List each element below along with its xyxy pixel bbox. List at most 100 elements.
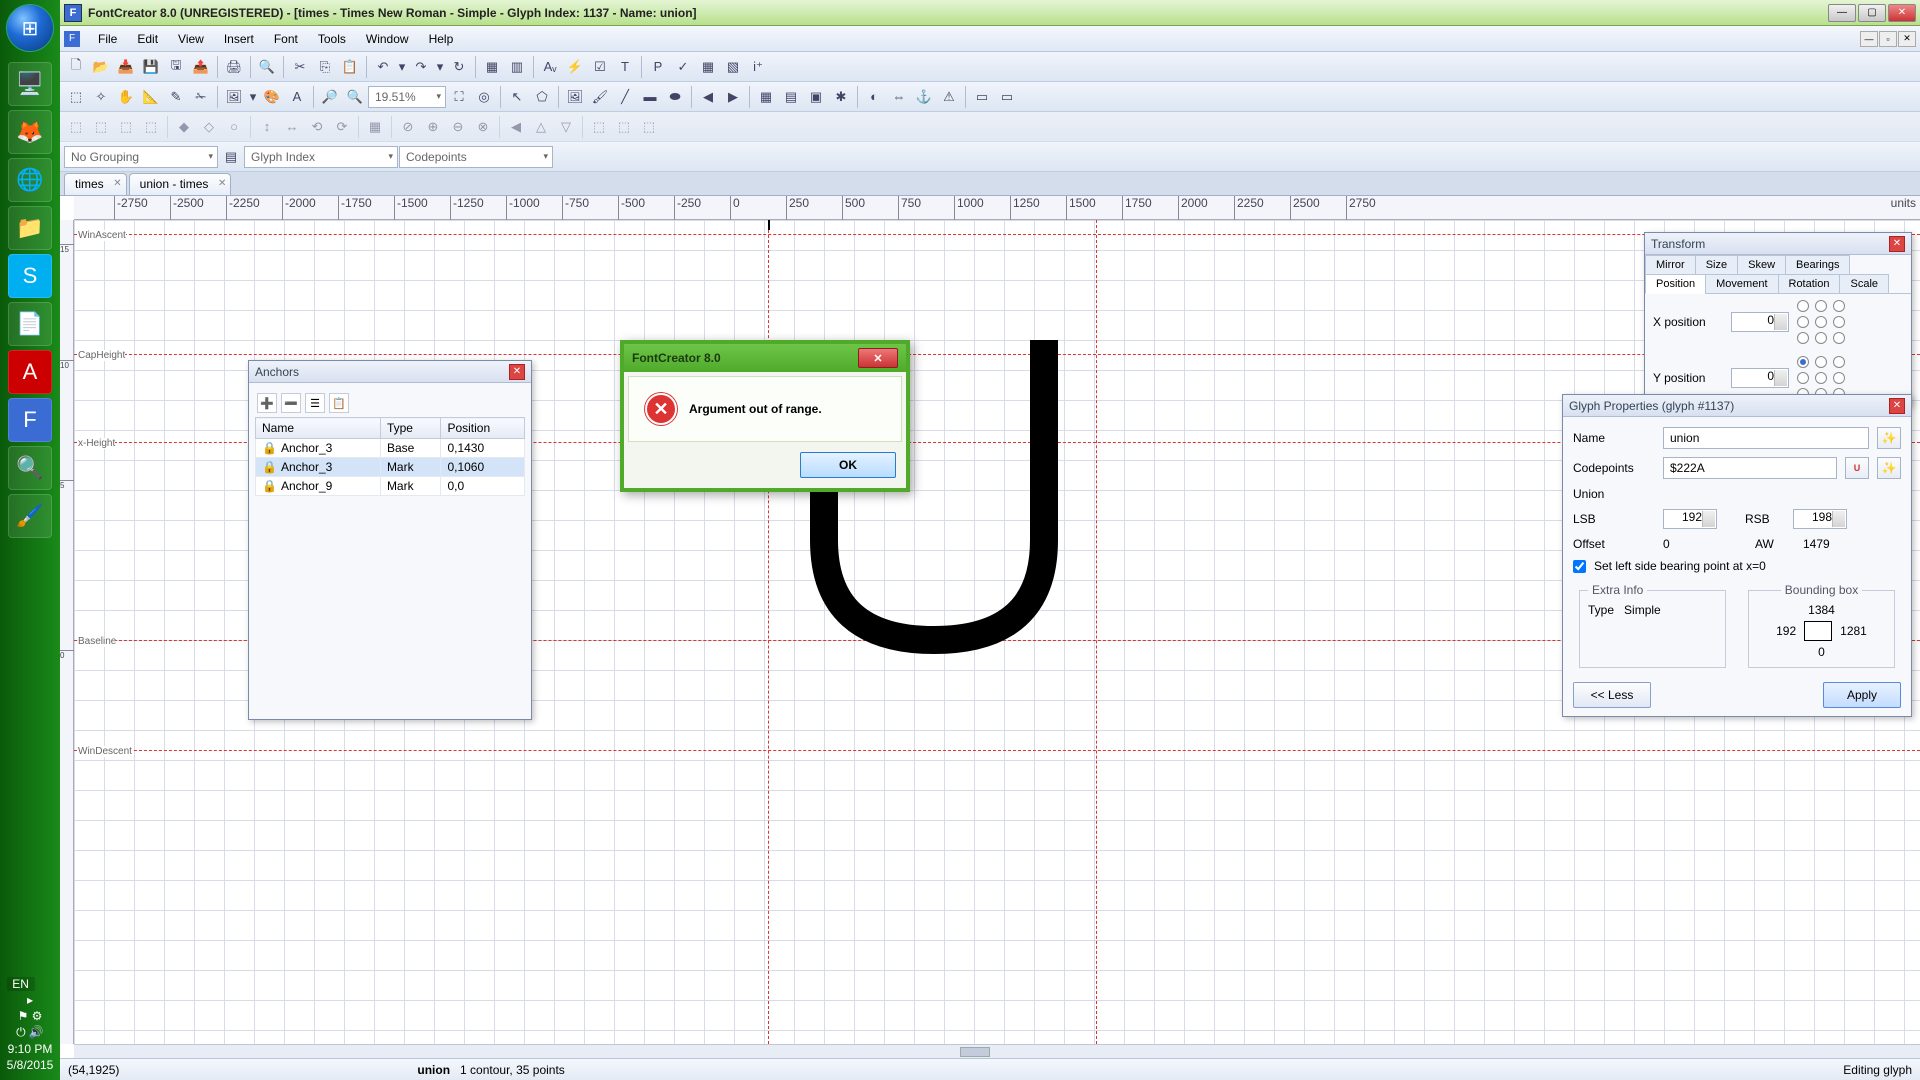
c11[interactable]: ⟳ [330, 115, 354, 139]
xpos-anchor-grid[interactable] [1797, 300, 1847, 344]
tf-tab-scale[interactable]: Scale [1839, 274, 1889, 294]
undo-dropdown[interactable]: ▾ [396, 55, 408, 79]
test-button[interactable]: Aᵥ [538, 55, 562, 79]
transform-close-button[interactable]: ✕ [1889, 236, 1905, 252]
dialog-ok-button[interactable]: OK [800, 452, 896, 478]
c10[interactable]: ⟲ [305, 115, 329, 139]
table-button[interactable]: ▦ [696, 55, 720, 79]
fill-button[interactable]: ◐ [862, 85, 886, 109]
anchor-button[interactable]: ⚓ [912, 85, 936, 109]
c2[interactable]: ⬚ [89, 115, 113, 139]
taskbar-app-chrome[interactable]: 🌐 [8, 158, 52, 202]
zoom-tool[interactable]: 🔎 [318, 85, 342, 109]
print-button[interactable]: 🖨 [222, 55, 246, 79]
glyphprop-title-bar[interactable]: Glyph Properties (glyph #1137) ✕ [1563, 395, 1911, 417]
center-button[interactable]: ◎ [472, 85, 496, 109]
table-row[interactable]: 🔒Anchor_3Base0,1430 [256, 439, 525, 458]
repeat-button[interactable]: ↻ [447, 55, 471, 79]
install-button[interactable]: 📥 [114, 55, 138, 79]
c21[interactable]: ⬚ [612, 115, 636, 139]
grouping-btn[interactable]: ▤ [219, 145, 243, 169]
anchor-remove-button[interactable]: ➖ [281, 393, 301, 413]
autohint-button[interactable]: ⚡ [563, 55, 587, 79]
menu-help[interactable]: Help [419, 28, 464, 50]
gp-name-input[interactable] [1663, 427, 1869, 449]
c9[interactable]: ↔ [280, 115, 304, 139]
minimize-button[interactable]: — [1828, 4, 1856, 22]
prev-glyph-button[interactable]: ◀ [696, 85, 720, 109]
tray-date[interactable]: 5/8/2015 [7, 1058, 54, 1072]
tray-volume-icon[interactable]: ⏻ 🔊 [7, 1025, 54, 1040]
taskbar-app-computer[interactable]: 🖥️ [8, 62, 52, 106]
tray-flag-icon[interactable]: ⚑ ⚙ [7, 1009, 54, 1023]
gp-rsb-input[interactable]: 198 [1793, 509, 1847, 529]
open-button[interactable]: 📂 [89, 55, 113, 79]
glyphprop-close-button[interactable]: ✕ [1889, 398, 1905, 414]
select-tool[interactable]: ⬚ [64, 85, 88, 109]
gp-apply-button[interactable]: Apply [1823, 682, 1901, 708]
picture-button[interactable]: 🖼 [563, 85, 587, 109]
zoom-combo[interactable]: 19.51% [368, 86, 446, 108]
c14[interactable]: ⊕ [421, 115, 445, 139]
hand-tool[interactable]: ✋ [114, 85, 138, 109]
tray-arrow-icon[interactable]: ▸ [7, 993, 54, 1007]
pen-tool[interactable]: ✎ [164, 85, 188, 109]
anchor-clipboard-button[interactable]: 📋 [329, 393, 349, 413]
xpos-input[interactable]: 0 [1731, 312, 1789, 332]
c12[interactable]: ▦ [363, 115, 387, 139]
redo-dropdown[interactable]: ▾ [434, 55, 446, 79]
taskbar-app-firefox[interactable]: 🦊 [8, 110, 52, 154]
gp-less-button[interactable]: << Less [1573, 682, 1651, 708]
taskbar-app-skype[interactable]: S [8, 254, 52, 298]
tf-tab-size[interactable]: Size [1695, 255, 1738, 275]
arrow-tool[interactable]: ↖ [505, 85, 529, 109]
paste-button[interactable]: 📋 [338, 55, 362, 79]
scroll-thumb[interactable] [960, 1047, 990, 1057]
copy-button[interactable]: ⎘ [313, 55, 337, 79]
warn-button[interactable]: ⚠ [937, 85, 961, 109]
mdi-minimize-button[interactable]: — [1860, 31, 1878, 47]
menu-insert[interactable]: Insert [214, 28, 264, 50]
bearing-button[interactable]: ⇔ [887, 85, 911, 109]
mdi-icon[interactable]: F [64, 31, 80, 47]
grouping-combo[interactable]: No Grouping [64, 146, 218, 168]
close-button[interactable]: ✕ [1888, 4, 1916, 22]
c13[interactable]: ⊘ [396, 115, 420, 139]
tf-tab-skew[interactable]: Skew [1737, 255, 1786, 275]
image-tool[interactable]: 🖼 [222, 85, 246, 109]
menu-view[interactable]: View [168, 28, 214, 50]
anchor-add-button[interactable]: ➕ [257, 393, 277, 413]
c8[interactable]: ↕ [255, 115, 279, 139]
col-position[interactable]: Position [441, 418, 525, 439]
gp-setlsb-checkbox[interactable] [1573, 560, 1586, 573]
col-type[interactable]: Type [380, 418, 441, 439]
gp-name-magic-button[interactable]: ✨ [1877, 427, 1901, 449]
image-dropdown[interactable]: ▾ [247, 85, 259, 109]
cut-button[interactable]: ✂ [288, 55, 312, 79]
new-button[interactable]: 🗋 [64, 55, 88, 79]
gp-code-magic-button[interactable]: ✨ [1877, 457, 1901, 479]
tf-tab-mirror[interactable]: Mirror [1645, 255, 1696, 275]
c4[interactable]: ⬚ [139, 115, 163, 139]
point-tool[interactable]: ✧ [89, 85, 113, 109]
menu-window[interactable]: Window [356, 28, 419, 50]
mdi-restore-button[interactable]: ▫ [1879, 31, 1897, 47]
mdi-close-button[interactable]: ✕ [1898, 31, 1916, 47]
c22[interactable]: ⬚ [637, 115, 661, 139]
metrics-button[interactable]: ▥ [505, 55, 529, 79]
tf-tab-rotation[interactable]: Rotation [1778, 274, 1841, 294]
c5[interactable]: ◆ [172, 115, 196, 139]
gp-unicode-button[interactable]: U [1845, 457, 1869, 479]
gp-code-input[interactable] [1663, 457, 1837, 479]
horizontal-scrollbar[interactable] [74, 1044, 1920, 1058]
tab-close-icon[interactable]: ✕ [218, 178, 226, 189]
anchor-list-button[interactable]: ☰ [305, 393, 325, 413]
kern-button[interactable]: i⁺ [746, 55, 770, 79]
language-indicator[interactable]: EN [7, 977, 35, 991]
table-row[interactable]: 🔒Anchor_9Mark0,0 [256, 477, 525, 496]
codepoints-combo[interactable]: Codepoints [399, 146, 553, 168]
taskbar-app-explorer[interactable]: 📁 [8, 206, 52, 250]
design-button[interactable]: ▧ [721, 55, 745, 79]
panel2-button[interactable]: ▭ [995, 85, 1019, 109]
grid2-button[interactable]: ▤ [779, 85, 803, 109]
